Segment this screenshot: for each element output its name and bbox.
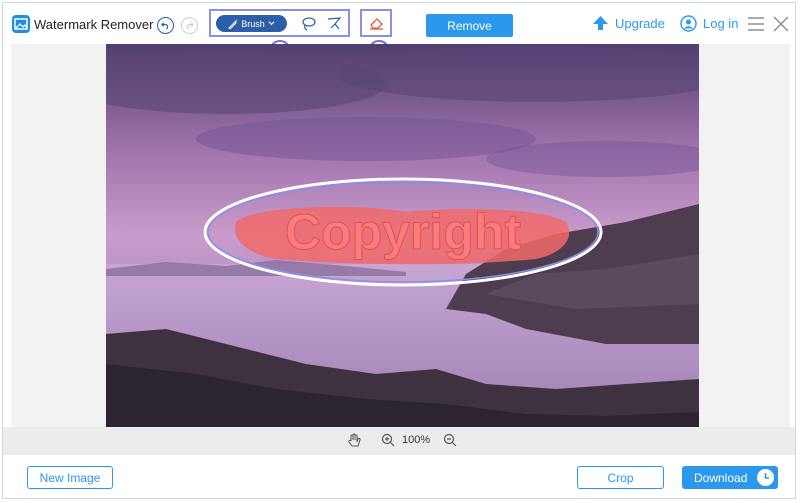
chevron-down-icon [268, 21, 275, 26]
eraser-icon [370, 18, 383, 30]
selection-tool-group: Brush [209, 9, 350, 37]
watermark-text: Copyright [285, 204, 521, 260]
zoom-out-icon [443, 433, 457, 447]
zoom-out-button[interactable] [443, 433, 457, 452]
lasso-icon [302, 17, 316, 31]
login-link[interactable]: Log in [680, 15, 738, 32]
edited-photo[interactable]: Copyright [106, 44, 699, 427]
download-button[interactable]: Download [682, 466, 778, 489]
remove-button[interactable]: Remove [426, 14, 513, 37]
crop-button[interactable]: Crop [577, 466, 664, 489]
hand-icon [348, 433, 361, 447]
upgrade-label: Upgrade [615, 16, 665, 31]
close-icon [773, 16, 789, 32]
top-toolbar: Watermark Remover Brush 2 3 Remove [3, 3, 795, 62]
polygon-lasso-icon [327, 17, 342, 30]
new-image-button[interactable]: New Image [27, 466, 113, 489]
zoom-bar: 100% [3, 427, 795, 455]
app-window: Watermark Remover Brush 2 3 Remove [2, 2, 796, 499]
undo-icon [161, 22, 169, 30]
zoom-in-button[interactable] [381, 433, 395, 452]
polygonal-lasso-tool-button[interactable] [325, 15, 343, 33]
brush-tool-button[interactable]: Brush [216, 15, 287, 32]
pan-tool-button[interactable] [347, 433, 361, 453]
image-canvas[interactable]: Copyright [11, 44, 790, 427]
menu-button[interactable] [748, 17, 764, 36]
app-logo-icon [12, 15, 30, 33]
undo-button[interactable] [157, 17, 174, 34]
brush-label: Brush [241, 18, 265, 29]
app-title: Watermark Remover [34, 17, 154, 32]
upgrade-link[interactable]: Upgrade [592, 15, 665, 32]
download-label: Download [694, 470, 748, 485]
eraser-tool-button[interactable] [360, 9, 392, 37]
bottom-bar: New Image Crop Download [3, 455, 795, 498]
zoom-in-icon [381, 433, 395, 447]
user-icon [680, 15, 697, 32]
redo-icon [186, 22, 194, 30]
close-button[interactable] [773, 16, 789, 37]
upgrade-arrow-icon [593, 16, 608, 30]
login-label: Log in [703, 16, 739, 31]
hamburger-menu-icon [748, 17, 764, 31]
brush-icon [228, 19, 238, 29]
clock-icon [757, 469, 774, 486]
redo-button[interactable] [181, 17, 198, 34]
zoom-level: 100% [402, 434, 431, 446]
lasso-tool-button[interactable] [299, 15, 317, 33]
